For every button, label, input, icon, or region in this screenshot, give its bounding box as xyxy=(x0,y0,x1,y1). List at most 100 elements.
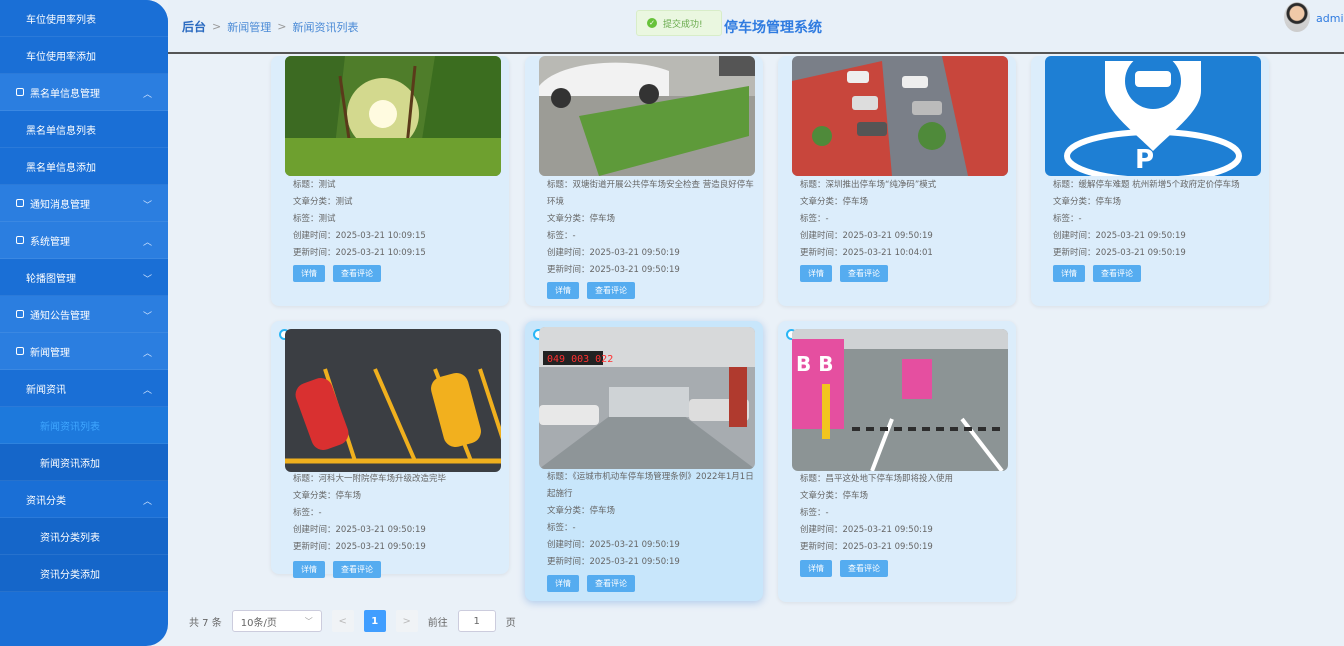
sidebar-item-blacklist-add[interactable]: 黑名单信息添加 xyxy=(0,148,168,185)
news-image[interactable]: 049 003 022 xyxy=(539,327,755,469)
card-meta: 标题：深圳推出停车场“纯净码”模式 文章分类：停车场 标签：- 创建时间：202… xyxy=(800,177,1010,262)
card-title: 标题：缓解停车难题 杭州新增5个政府定价停车场 xyxy=(1053,180,1240,190)
news-card[interactable]: B B 标题：昌平这处地下停车场即将投入使用 文章分类：停车场 标签：- 创建时… xyxy=(778,321,1016,602)
card-actions: 详情 查看评论 xyxy=(547,575,635,592)
card-created: 创建时间：2025-03-21 09:50:19 xyxy=(1053,231,1186,241)
card-actions: 详情 查看评论 xyxy=(800,560,888,577)
detail-button[interactable]: 详情 xyxy=(547,575,579,592)
total-count: 共 7 条 xyxy=(189,617,222,629)
sidebar-item-news-category[interactable]: 资讯分类 ︿ xyxy=(0,481,168,518)
detail-button[interactable]: 详情 xyxy=(293,265,325,282)
top-header: 后台 > 新闻管理 > 新闻资讯列表 停车场管理系统 ✓ 提交成功! admin xyxy=(168,0,1344,54)
view-comments-button[interactable]: 查看评论 xyxy=(1093,265,1141,282)
page-unit-label: 页 xyxy=(505,617,516,629)
news-card[interactable]: P 标题：缓解停车难题 杭州新增5个政府定价停车场 文章分类：停车场 标签：- … xyxy=(1031,56,1269,306)
news-card[interactable]: 标题：双塘街道开展公共停车场安全检查 营造良好停车环境 文章分类：停车场 标签：… xyxy=(525,56,763,306)
view-comments-button[interactable]: 查看评论 xyxy=(333,561,381,578)
detail-button[interactable]: 详情 xyxy=(1053,265,1085,282)
breadcrumb-separator-icon: > xyxy=(277,20,287,33)
sidebar-item-space-usage-add[interactable]: 车位使用率添加 xyxy=(0,37,168,74)
sidebar-item-system[interactable]: 系统管理 ︿ xyxy=(0,222,168,259)
view-comments-button[interactable]: 查看评论 xyxy=(587,282,635,299)
detail-button[interactable]: 详情 xyxy=(293,561,325,578)
sidebar-item-notice-messages[interactable]: 通知消息管理 ﹀ xyxy=(0,185,168,222)
news-image[interactable] xyxy=(792,56,1008,176)
sidebar-item-category-list[interactable]: 资讯分类列表 xyxy=(0,518,168,555)
sidebar-menu: 车位使用率列表 车位使用率添加 黑名单信息管理 ︿ 黑名单信息列表 黑名单信息添加… xyxy=(0,0,168,646)
card-actions: 详情 查看评论 xyxy=(800,265,888,282)
svg-text:049 003 022: 049 003 022 xyxy=(547,354,613,365)
card-updated: 更新时间：2025-03-21 09:50:19 xyxy=(547,265,680,275)
sidebar-item-carousel[interactable]: 轮播图管理 ﹀ xyxy=(0,259,168,296)
sidebar-item-label: 通知公告管理 xyxy=(30,310,90,322)
news-image[interactable]: P xyxy=(1045,56,1261,176)
view-comments-button[interactable]: 查看评论 xyxy=(840,560,888,577)
sidebar-item-label: 新闻资讯添加 xyxy=(40,458,100,470)
news-grid: 标题：测试 文章分类：测试 标签：测试 创建时间：2025-03-21 10:0… xyxy=(174,56,1344,646)
parking-sign-image: P xyxy=(1045,56,1261,176)
sidebar-item-blacklist[interactable]: 黑名单信息管理 ︿ xyxy=(0,74,168,111)
chevron-up-icon: ︿ xyxy=(142,90,152,100)
card-title: 标题：测试 xyxy=(293,180,336,190)
avatar[interactable] xyxy=(1284,2,1310,32)
svg-text:B B: B B xyxy=(796,352,833,376)
card-category: 文章分类：停车场 xyxy=(800,491,869,501)
breadcrumb-home[interactable]: 后台 xyxy=(182,18,206,35)
card-tags: 标签：- xyxy=(800,214,829,224)
goto-page-input[interactable]: 1 xyxy=(457,610,496,632)
goto-label: 前往 xyxy=(427,617,448,629)
sidebar-item-category-add[interactable]: 资讯分类添加 xyxy=(0,555,168,592)
card-created: 创建时间：2025-03-21 09:50:19 xyxy=(293,525,426,535)
sidebar-item-label: 车位使用率列表 xyxy=(26,14,96,26)
sidebar-item-label: 黑名单信息列表 xyxy=(26,125,96,137)
detail-button[interactable]: 详情 xyxy=(800,560,832,577)
news-card[interactable]: 标题：河科大一附院停车场升级改造完毕 文章分类：停车场 标签：- 创建时间：20… xyxy=(271,321,509,578)
page-size-select[interactable]: 10条/页 ﹀ xyxy=(231,610,322,632)
page-number-button[interactable]: 1 xyxy=(363,610,386,632)
news-image[interactable] xyxy=(285,329,501,472)
card-tags: 标签：- xyxy=(1053,214,1082,224)
sidebar-item-space-usage-list[interactable]: 车位使用率列表 xyxy=(0,0,168,37)
card-title: 标题：河科大一附院停车场升级改造完毕 xyxy=(293,474,447,484)
sidebar-item-announcements[interactable]: 通知公告管理 ﹀ xyxy=(0,296,168,333)
sidebar-item-news[interactable]: 新闻管理 ︿ xyxy=(0,333,168,370)
view-comments-button[interactable]: 查看评论 xyxy=(333,265,381,282)
news-image[interactable] xyxy=(285,56,501,176)
detail-button[interactable]: 详情 xyxy=(547,282,579,299)
sidebar-item-news-list[interactable]: 新闻资讯列表 xyxy=(0,407,168,444)
view-comments-button[interactable]: 查看评论 xyxy=(587,575,635,592)
prev-page-button[interactable]: < xyxy=(331,610,354,632)
sidebar-item-label: 资讯分类列表 xyxy=(40,532,100,544)
username[interactable]: admin xyxy=(1316,12,1344,25)
sidebar-item-label: 新闻资讯列表 xyxy=(40,421,100,433)
sidebar-item-label: 新闻资讯 xyxy=(26,384,66,396)
card-title: 标题：深圳推出停车场“纯净码”模式 xyxy=(800,180,937,190)
sidebar-item-blacklist-list[interactable]: 黑名单信息列表 xyxy=(0,111,168,148)
sidebar-item-news-add[interactable]: 新闻资讯添加 xyxy=(0,444,168,481)
menu-icon xyxy=(16,88,24,96)
news-card[interactable]: 标题：测试 文章分类：测试 标签：测试 创建时间：2025-03-21 10:0… xyxy=(271,56,509,306)
sidebar-item-label: 资讯分类 xyxy=(26,495,66,507)
card-tags: 标签：- xyxy=(547,231,576,241)
red-parking-lot-image xyxy=(792,56,1008,176)
view-comments-button[interactable]: 查看评论 xyxy=(840,265,888,282)
card-category: 文章分类：停车场 xyxy=(800,197,869,207)
card-updated: 更新时间：2025-03-21 09:50:19 xyxy=(1053,248,1186,258)
menu-icon xyxy=(16,347,24,355)
news-card[interactable]: 049 003 022 标题：《运城市机动车停车场管理条例》2022年1月1日起… xyxy=(525,321,763,601)
news-image[interactable]: B B xyxy=(792,329,1008,471)
breadcrumb-separator-icon: > xyxy=(212,20,222,33)
next-page-button[interactable]: > xyxy=(395,610,418,632)
card-meta: 标题：《运城市机动车停车场管理条例》2022年1月1日起施行 文章分类：停车场 … xyxy=(547,469,757,571)
detail-button[interactable]: 详情 xyxy=(800,265,832,282)
sidebar-item-news-info[interactable]: 新闻资讯 ︿ xyxy=(0,370,168,407)
card-updated: 更新时间：2025-03-21 10:04:01 xyxy=(800,248,933,258)
pink-garage-image: B B xyxy=(792,329,1008,471)
sidebar-item-label: 资讯分类添加 xyxy=(40,569,100,581)
news-image[interactable] xyxy=(539,56,755,176)
card-updated: 更新时间：2025-03-21 10:09:15 xyxy=(293,248,426,258)
card-meta: 标题：双塘街道开展公共停车场安全检查 营造良好停车环境 文章分类：停车场 标签：… xyxy=(547,177,757,279)
breadcrumb-news-management[interactable]: 新闻管理 xyxy=(227,19,271,35)
card-created: 创建时间：2025-03-21 10:09:15 xyxy=(293,231,426,241)
news-card[interactable]: 标题：深圳推出停车场“纯净码”模式 文章分类：停车场 标签：- 创建时间：202… xyxy=(778,56,1016,306)
